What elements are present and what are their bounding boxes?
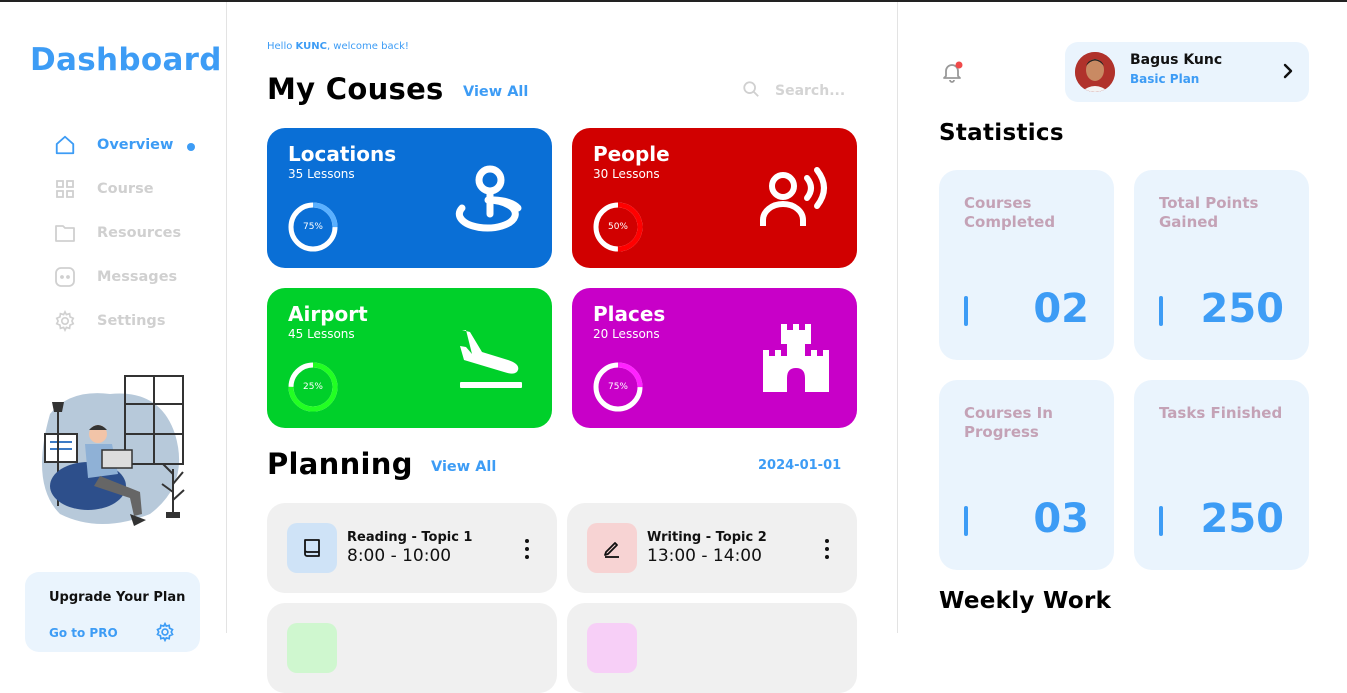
airplane-landing-icon	[460, 330, 522, 388]
plan-time: 8:00 - 10:00	[347, 546, 452, 566]
statistics-heading: Statistics	[939, 120, 1064, 146]
upgrade-card: Upgrade Your Plan Go to PRO	[25, 572, 200, 652]
courses-heading: My Couses	[267, 72, 444, 106]
plan-title: Reading - Topic 1	[347, 530, 473, 545]
course-card-places[interactable]: Places 20 Lessons 75%	[572, 288, 857, 428]
hello-name: KUNC	[295, 41, 327, 52]
stat-value: 250	[1200, 496, 1285, 542]
avatar	[1075, 52, 1115, 92]
course-card-airport[interactable]: Airport 45 Lessons 25%	[267, 288, 552, 428]
upgrade-title: Upgrade Your Plan	[49, 590, 186, 605]
course-title: Airport	[288, 302, 368, 326]
progress-percent: 75%	[607, 382, 628, 392]
active-indicator-dot	[187, 143, 195, 151]
course-lessons: 35 Lessons	[288, 167, 355, 181]
course-title: People	[593, 142, 670, 166]
stat-label: Courses In Progress	[964, 404, 1053, 441]
search-input[interactable]	[775, 83, 865, 99]
plan-item[interactable]	[267, 603, 557, 693]
weekly-work-heading: Weekly Work	[939, 588, 1112, 614]
planning-heading: Planning	[267, 447, 413, 481]
plan-icon	[287, 623, 337, 673]
plan-time: 13:00 - 14:00	[647, 546, 762, 566]
sidebar-item-course[interactable]: Course	[54, 177, 154, 201]
grid-icon	[54, 178, 76, 200]
stat-card-tasks-finished: Tasks Finished 250	[1134, 380, 1309, 570]
progress-percent: 25%	[302, 382, 323, 392]
castle-icon	[763, 324, 829, 392]
more-options-icon[interactable]	[525, 539, 531, 559]
go-pro-link[interactable]: Go to PRO	[49, 626, 118, 640]
sidebar-item-resources[interactable]: Resources	[54, 221, 181, 245]
stat-bar	[964, 296, 968, 326]
stat-value: 03	[1033, 496, 1089, 542]
map-pin-icon	[455, 165, 522, 232]
plan-icon	[587, 623, 637, 673]
course-card-locations[interactable]: Locations 35 Lessons 75%	[267, 128, 552, 268]
sidebar-item-settings[interactable]: Settings	[54, 309, 165, 333]
courses-view-all-link[interactable]: View All	[463, 84, 528, 100]
sidebar-item-messages[interactable]: Messages	[54, 265, 177, 289]
right-panel-divider	[897, 2, 898, 633]
settings-icon[interactable]	[155, 621, 175, 646]
home-icon	[54, 134, 76, 156]
profile-name: Bagus Kunc	[1130, 52, 1223, 68]
plan-item[interactable]	[567, 603, 857, 693]
hello-suffix: , welcome back!	[326, 41, 409, 52]
planning-date[interactable]: 2024-01-01	[758, 458, 841, 473]
stat-bar	[1159, 506, 1163, 536]
message-icon	[54, 266, 76, 288]
stat-label: Tasks Finished	[1159, 404, 1283, 422]
stat-bar	[964, 506, 968, 536]
workspace-illustration	[42, 375, 185, 526]
stat-value: 02	[1033, 286, 1089, 332]
stat-label: Total Points Gained	[1159, 194, 1259, 231]
course-title: Locations	[288, 142, 397, 166]
book-icon	[287, 523, 337, 573]
stat-value: 250	[1200, 286, 1285, 332]
sidebar-item-label: Resources	[97, 225, 182, 241]
chevron-right-icon[interactable]	[1281, 63, 1295, 83]
course-lessons: 45 Lessons	[288, 327, 355, 341]
logo: Dashboard	[30, 42, 222, 78]
user-voice-icon	[760, 167, 827, 226]
search-box[interactable]	[742, 80, 865, 102]
plan-item-writing[interactable]: Writing - Topic 2 13:00 - 14:00	[567, 503, 857, 593]
more-options-icon[interactable]	[825, 539, 831, 559]
planning-view-all-link[interactable]: View All	[431, 459, 496, 475]
sidebar-item-label: Messages	[97, 269, 178, 285]
profile-plan: Basic Plan	[1130, 72, 1200, 86]
stat-card-courses-completed: Courses Completed 02	[939, 170, 1114, 360]
pencil-icon	[587, 523, 637, 573]
gear-icon	[54, 310, 76, 332]
plan-title: Writing - Topic 2	[647, 530, 767, 545]
stat-label: Courses Completed	[964, 194, 1056, 231]
course-lessons: 30 Lessons	[593, 167, 660, 181]
progress-percent: 75%	[302, 222, 323, 232]
stat-bar	[1159, 296, 1163, 326]
sidebar-item-label: Overview	[97, 137, 174, 153]
hello-prefix: Hello	[267, 41, 296, 52]
welcome-message: Hello KUNC, welcome back!	[267, 41, 409, 52]
profile-card[interactable]: Bagus Kunc Basic Plan	[1065, 42, 1309, 102]
plan-item-reading[interactable]: Reading - Topic 1 8:00 - 10:00	[267, 503, 557, 593]
stat-card-total-points: Total Points Gained 250	[1134, 170, 1309, 360]
search-icon	[742, 80, 760, 102]
sidebar: Dashboard Overview Course Resources Mess…	[0, 2, 227, 652]
notification-bell-icon[interactable]	[940, 60, 964, 88]
stat-card-courses-in-progress: Courses In Progress 03	[939, 380, 1114, 570]
progress-percent: 50%	[607, 222, 628, 232]
course-lessons: 20 Lessons	[593, 327, 660, 341]
course-card-people[interactable]: People 30 Lessons 50%	[572, 128, 857, 268]
sidebar-item-label: Course	[97, 181, 154, 197]
course-title: Places	[593, 302, 666, 326]
sidebar-item-overview[interactable]: Overview	[54, 133, 173, 157]
folder-icon	[54, 222, 76, 244]
sidebar-item-label: Settings	[97, 313, 166, 329]
